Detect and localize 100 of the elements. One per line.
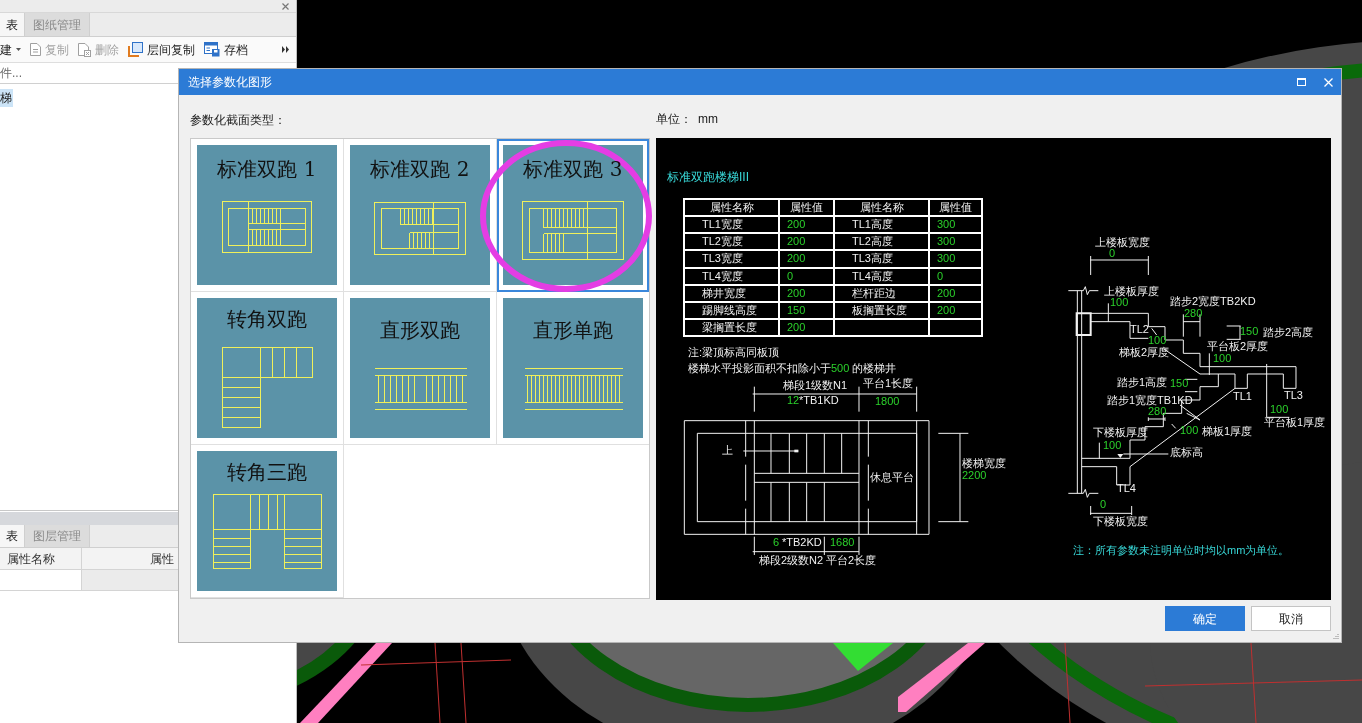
drawing-label: 平台板1厚度 [1264,417,1326,428]
dialog-button[interactable]: 取消 [1251,606,1331,631]
dialog-button[interactable]: 确定 [1165,606,1245,631]
table-header: 属性值 [929,199,982,217]
table-cell: TL1宽度 [684,216,779,234]
table-cell: 栏杆距边 [834,284,929,302]
table-header: 属性值 [779,199,834,217]
toolbar-button[interactable]: 层间复制 [128,39,195,60]
column-header: 属性 [149,550,175,568]
drawing-label: *TB1KD [799,395,839,406]
tile-title: 转角双跑 [227,309,307,329]
drawing-label: TL2 [1130,324,1149,335]
panel-tab[interactable]: 表 [0,525,24,547]
stair-type-option[interactable]: 转角三跑 [191,445,344,598]
dimension-value: 100 [1110,297,1129,308]
stair-type-option[interactable]: 标准双跑 1 [191,139,344,292]
document-delete-icon [78,42,91,57]
drawing-label: 下楼板宽度 [1093,516,1148,527]
dimension-value: 2200 [962,470,987,481]
table-cell: 梯井宽度 [684,284,779,302]
tile-title: 标准双跑 3 [523,159,623,179]
drawing-label: 下楼板厚度 [1093,427,1148,438]
stair-plan-icon [374,202,466,255]
dimension-value: 100 [1148,335,1167,346]
stair-type-option[interactable]: 转角双跑 [191,292,344,445]
save-icon [204,42,220,57]
dimension-value: 150 [1170,378,1189,389]
stair-plan-icon [522,201,624,260]
panel-tab[interactable]: 表 [0,13,24,36]
dimension-value: 100 [1213,353,1232,364]
table-cell: 200 [929,301,982,319]
table-cell: 200 [779,284,834,302]
table-cell: 300 [929,250,982,268]
table-cell: 200 [779,318,834,336]
resize-grip-icon[interactable] [1332,633,1339,640]
table-cell: 200 [779,216,834,234]
stair-type-option[interactable]: 直形双跑 [344,292,497,445]
footnote: 注：所有参数未注明单位时均以mm为单位。 [1073,544,1290,556]
table-cell: TL1高度 [834,216,929,234]
dimension-value: 100 [1180,425,1199,436]
dimension-value: 0 [1109,248,1116,259]
stair-type-option[interactable]: 标准双跑 3 [497,139,649,292]
dimension-value: 1680 [830,537,855,548]
table-cell: 梁搁置长度 [684,318,779,336]
table-cell: 200 [779,250,834,268]
drawing-label: 梯段1级数N1 [783,380,848,391]
dimension-value: 1800 [875,396,900,407]
table-cell: 0 [779,267,834,285]
drawing-label: 上 [722,445,733,456]
tile-title: 标准双跑 1 [217,159,317,179]
stair-plan-icon [222,201,312,253]
column-header: 属性名称 [0,548,82,569]
tile-title: 直形单跑 [533,320,613,340]
table-cell: TL4宽度 [684,267,779,285]
dimension-value: 100 [1103,440,1122,451]
table-header: 属性名称 [834,199,929,217]
note-text: 楼梯水平投影面积不扣除小于500 的楼梯井 [688,362,897,374]
drawing-label: 踏步1宽度TB1KD [1107,395,1193,406]
stair-type-option[interactable]: 直形单跑 [497,292,649,445]
more-icon[interactable] [282,46,289,53]
table-cell: 300 [929,216,982,234]
toolbar-button[interactable]: 存档 [204,39,248,60]
drawing-label: 平台1长度 [863,378,914,389]
stair-plan-icon [373,368,467,410]
maximize-icon[interactable] [1297,78,1306,86]
table-cell: 板搁置长度 [834,301,929,319]
stair-plan-icon [523,368,623,410]
table-cell: TL2高度 [834,233,929,251]
drawing-label: 踏步1高度 [1117,377,1168,388]
dimension-value: 280 [1148,406,1167,417]
drawing-label: 梯板1厚度 [1202,426,1253,437]
caret-icon [16,48,21,51]
dimension-value: 6 [773,537,780,548]
toolbar-button[interactable]: 建 [0,39,21,60]
drawing-label: 上楼板厚度 [1104,286,1159,297]
drawing-label: TL4 [1117,483,1136,494]
close-icon[interactable] [282,2,289,10]
drawing-label: 楼梯宽度 [962,458,1006,469]
document-icon [30,43,41,56]
dimension-value: 12 [787,395,800,406]
table-cell: TL2宽度 [684,233,779,251]
table-cell: 踢脚线高度 [684,301,779,319]
drawing-label: 上楼板宽度 [1095,237,1150,248]
dimension-value: 280 [1184,308,1203,319]
stair-type-option[interactable]: 标准双跑 2 [344,139,497,292]
stair-plan-icon [212,494,322,569]
table-cell: TL3高度 [834,250,929,268]
tile-title: 转角三跑 [227,462,307,482]
table-cell: 150 [779,301,834,319]
note-text: 注:梁顶标高同板顶 [688,346,780,358]
unit-label: 单位： [656,111,692,127]
drawing-label: 平台板2厚度 [1207,341,1269,352]
preview-title: 标准双跑楼梯III [667,170,749,184]
tree-item[interactable]: 梯 [0,89,13,107]
table-cell: 200 [779,233,834,251]
drawing-label: 休息平台 [870,472,914,483]
drawing-label: *TB2KD [782,537,822,548]
drawing-label: 踏步2高度 [1263,327,1314,338]
drawing-label: TL1 [1233,391,1252,402]
unit-value: mm [698,111,718,127]
